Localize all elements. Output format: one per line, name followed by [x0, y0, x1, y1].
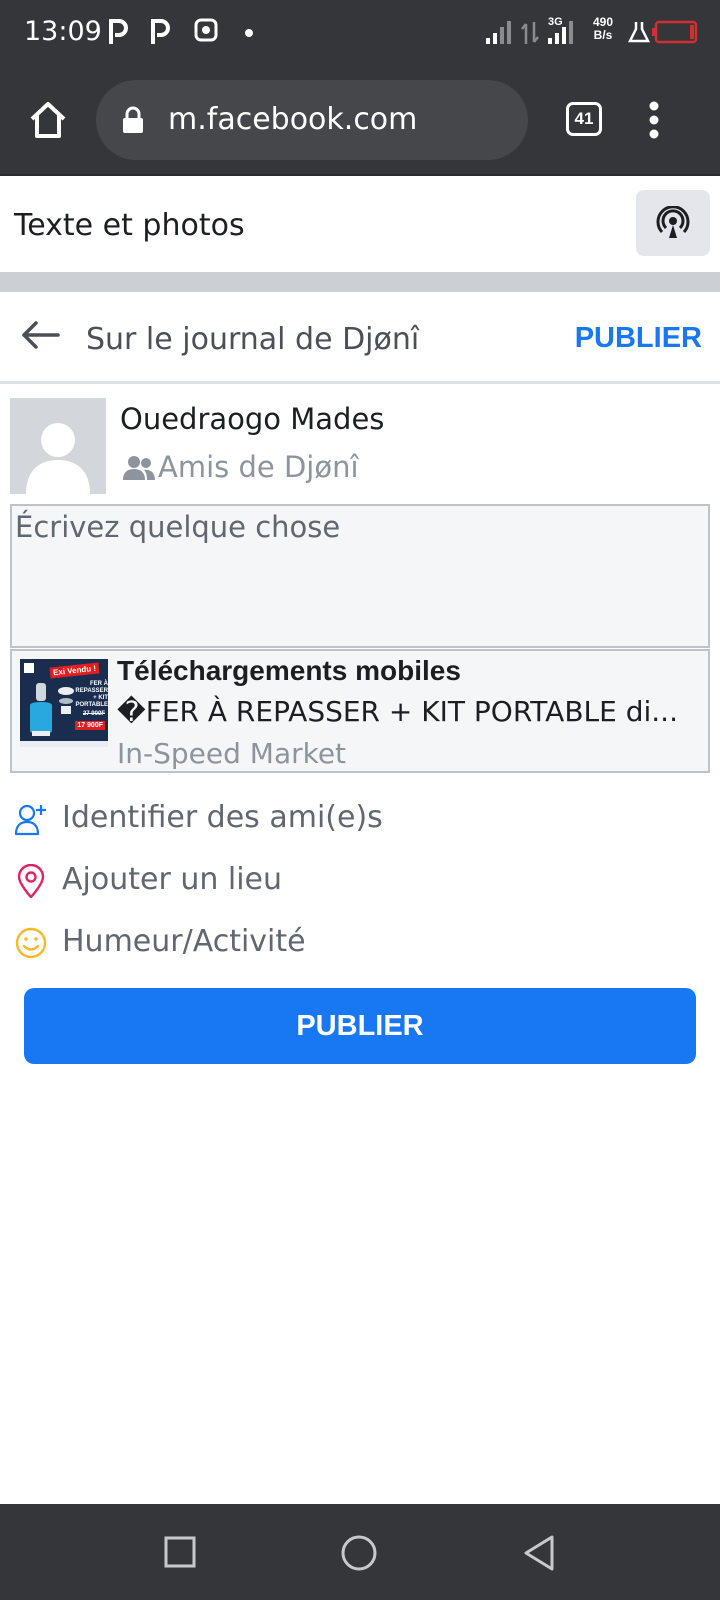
lab-flask-icon — [628, 22, 650, 43]
back-arrow-icon[interactable] — [20, 320, 60, 350]
friends-icon — [123, 456, 155, 480]
tag-friends-label: Identifier des ami(e)s — [62, 800, 383, 835]
android-nav-bar — [0, 1504, 720, 1600]
signal-icon-2 — [548, 21, 573, 44]
steam-iron-image — [30, 683, 52, 736]
more-notifications-dot-icon — [245, 29, 253, 37]
text-photos-row: Texte et photos — [0, 176, 720, 272]
app-notification-icon — [194, 18, 218, 42]
shared-link-card[interactable]: Exi Vendu ! FER À REPASSER + KIT PORTABL… — [10, 649, 710, 773]
tab-switcher-button[interactable]: 41 — [566, 102, 602, 136]
live-broadcast-button[interactable] — [636, 190, 710, 256]
smiley-icon — [15, 927, 47, 959]
tag-friends-icon — [14, 804, 46, 836]
more-menu-icon[interactable] — [648, 100, 660, 140]
link-description: �FER À REPASSER + KIT PORTABLE di... — [117, 695, 678, 728]
kit-accessories-image — [58, 687, 74, 714]
data-transfer-icon — [521, 22, 539, 44]
parking-notification-icon — [109, 19, 128, 44]
link-source: In-Speed Market — [117, 737, 347, 770]
thumb-old-price: 27 900F — [82, 711, 105, 717]
user-name: Ouedraogo Mades — [120, 402, 385, 436]
text-photos-label: Texte et photos — [14, 208, 245, 243]
avatar — [10, 398, 106, 494]
home-nav-icon[interactable] — [340, 1534, 378, 1572]
recents-icon[interactable] — [164, 1536, 196, 1568]
add-location-label: Ajouter un lieu — [62, 862, 283, 897]
thumb-footer — [20, 741, 108, 747]
address-bar[interactable]: m.facebook.com — [96, 80, 528, 160]
url-text: m.facebook.com — [168, 102, 418, 137]
back-nav-icon[interactable] — [522, 1534, 556, 1572]
status-bar: 13:09 3G 490 B/s — [0, 0, 720, 66]
section-divider — [0, 272, 720, 292]
link-title: Téléchargements mobiles — [117, 655, 461, 686]
status-time: 13:09 — [24, 16, 102, 47]
post-placeholder: Écrivez quelque chose — [15, 510, 341, 544]
battery-low-icon — [652, 20, 698, 44]
signal-icon-1 — [486, 21, 511, 44]
publish-header-button[interactable]: PUBLIER — [575, 322, 702, 355]
composer-header: Sur le journal de Djønî PUBLIER — [0, 292, 720, 384]
broadcast-icon — [656, 206, 690, 238]
parking-notification-icon-2 — [151, 19, 170, 44]
network-speed: 490 B/s — [593, 15, 614, 42]
add-location-action[interactable]: Ajouter un lieu — [0, 854, 720, 910]
home-icon[interactable] — [28, 100, 68, 140]
post-textarea[interactable]: Écrivez quelque chose — [10, 504, 710, 648]
composer-title: Sur le journal de Djønî — [86, 322, 420, 357]
mood-activity-label: Humeur/Activité — [62, 924, 306, 959]
tag-friends-action[interactable]: Identifier des ami(e)s — [0, 792, 720, 848]
browser-toolbar: m.facebook.com 41 — [0, 66, 720, 176]
audience-label: Amis de Djønî — [158, 450, 359, 484]
publish-button[interactable]: PUBLIER — [24, 988, 696, 1064]
default-avatar-icon — [26, 423, 90, 494]
thumb-new-price: 17 900F — [75, 721, 105, 730]
mood-activity-action[interactable]: Humeur/Activité — [0, 916, 720, 972]
thumb-logo — [24, 663, 34, 673]
location-pin-icon — [17, 864, 45, 898]
thumb-product-text: FER À REPASSER + KIT PORTABLE — [75, 681, 108, 708]
lock-icon — [123, 106, 143, 133]
thumb-badge: Exi Vendu ! — [49, 662, 100, 679]
link-thumbnail: Exi Vendu ! FER À REPASSER + KIT PORTABL… — [20, 659, 108, 747]
